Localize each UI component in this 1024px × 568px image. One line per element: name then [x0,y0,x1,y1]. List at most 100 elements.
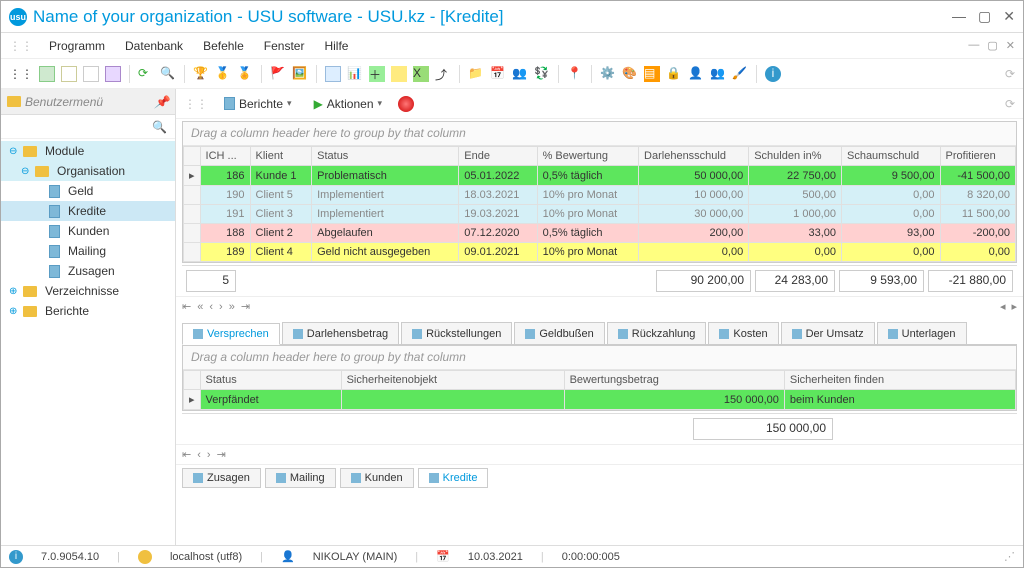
sub-grid[interactable]: StatusSicherheitenobjektBewertungsbetrag… [183,370,1016,410]
open-icon[interactable] [61,66,77,82]
nav-next-icon[interactable]: › [219,301,223,313]
subtab-darlehensbetrag[interactable]: Darlehensbetrag [282,322,399,344]
group-icon[interactable]: 👥 [710,66,726,82]
col-header[interactable]: Bewertungsbetrag [564,371,784,390]
col-header[interactable]: Darlehensschuld [639,147,749,166]
subgrid-group-hint[interactable]: Drag a column header here to group by th… [183,346,1016,370]
chart-icon[interactable]: 📊 [347,66,363,82]
col-header[interactable]: Status [312,147,459,166]
expander-icon[interactable]: ⊖ [21,166,31,177]
col-header[interactable]: Schulden in% [749,147,842,166]
award-icon[interactable]: 🥇 [215,66,231,82]
bottom-tab-zusagen[interactable]: Zusagen [182,468,261,488]
aktionen-button[interactable]: ▶ Aktionen▾ [308,95,388,113]
subtab-rückzahlung[interactable]: Rückzahlung [607,322,707,344]
subnav-last-icon[interactable]: ⇥ [217,448,226,461]
subtab-kosten[interactable]: Kosten [708,322,778,344]
subnav-next-icon[interactable]: › [207,449,211,461]
sidebar-item-kredite[interactable]: Kredite [1,201,175,221]
subtab-versprechen[interactable]: Versprechen [182,323,280,345]
brush-icon[interactable]: 🖌️ [732,66,748,82]
bottom-tab-kredite[interactable]: Kredite [418,468,489,488]
col-header[interactable]: ICH ... [200,147,250,166]
subtab-der umsatz[interactable]: Der Umsatz [781,322,875,344]
calendar-icon[interactable]: 📅 [490,66,506,82]
group-hint[interactable]: Drag a column header here to group by th… [183,122,1016,146]
sidebar-search-icon[interactable]: 🔍 [152,120,167,134]
subnav-first-icon[interactable]: ⇤ [182,448,191,461]
save-icon[interactable] [105,66,121,82]
menu-hilfe[interactable]: Hilfe [316,36,356,56]
expander-icon[interactable]: ⊕ [9,286,19,297]
table-row[interactable]: ▸Verpfändet150 000,00beim Kunden [184,390,1016,410]
berichte-button[interactable]: Berichte▾ [218,95,298,113]
currency-icon[interactable]: 💱 [534,66,550,82]
user-icon[interactable]: 👤 [688,66,704,82]
folder-icon[interactable]: 📁 [468,66,484,82]
nav-first-icon[interactable]: ⇤ [182,300,191,313]
nav-scroll-left-icon[interactable]: ◂ [1000,300,1006,313]
table-row[interactable]: 189Client 4Geld nicht ausgegeben09.01.20… [184,243,1016,262]
nav-prev-icon[interactable]: ‹ [209,301,213,313]
menu-fenster[interactable]: Fenster [256,36,313,56]
sidebar-item-geld[interactable]: Geld [1,181,175,201]
search-icon[interactable]: 🔍 [160,66,176,82]
close-button[interactable]: ✕ [1003,8,1015,25]
main-grid[interactable]: ICH ...KlientStatusEnde% BewertungDarleh… [183,146,1016,262]
new-icon[interactable] [39,66,55,82]
expander-icon[interactable]: ⊕ [9,306,19,317]
mdi-minimize-button[interactable]: — [968,39,979,52]
medal-icon[interactable]: 🏅 [237,66,253,82]
maximize-button[interactable]: ▢ [978,8,991,25]
gear-icon[interactable]: ⚙️ [600,66,616,82]
bottom-tab-kunden[interactable]: Kunden [340,468,414,488]
table-icon[interactable] [325,66,341,82]
table-row[interactable]: 191Client 3Implementiert19.03.202110% pr… [184,205,1016,224]
lock-icon[interactable]: 🔒 [666,66,682,82]
sidebar-item-verzeichnisse[interactable]: ⊕Verzeichnisse [1,281,175,301]
toolbar-overflow-icon[interactable]: ⟳ [1005,67,1015,81]
nav-nextpage-icon[interactable]: » [229,301,235,313]
col-header[interactable]: Sicherheiten finden [784,371,1015,390]
export-icon[interactable]: ⤴ [435,66,451,82]
minimize-button[interactable]: — [952,8,966,25]
mdi-restore-button[interactable]: ▢ [987,39,997,52]
table-row[interactable]: ▸186Kunde 1Problematisch05.01.20220,5% t… [184,166,1016,186]
expander-icon[interactable]: ⊖ [9,146,19,157]
trophy-icon[interactable]: 🏆 [193,66,209,82]
subtab-geldbußen[interactable]: Geldbußen [514,322,604,344]
sidebar-item-kunden[interactable]: Kunden [1,221,175,241]
note-icon[interactable] [391,66,407,82]
edit-icon[interactable] [83,66,99,82]
subtab-unterlagen[interactable]: Unterlagen [877,322,967,344]
table-row[interactable]: 188Client 2Abgelaufen07.12.20200,5% tägl… [184,224,1016,243]
menu-befehle[interactable]: Befehle [195,36,252,56]
sidebar-item-zusagen[interactable]: Zusagen [1,261,175,281]
actionbar-overflow-icon[interactable]: ⟳ [1005,97,1015,111]
add-row-icon[interactable]: ＋ [369,66,385,82]
location-icon[interactable]: 📍 [567,66,583,82]
mdi-close-button[interactable]: ✕ [1006,39,1015,52]
col-header[interactable]: Sicherheitenobjekt [341,371,564,390]
image-icon[interactable]: 🖼️ [292,66,308,82]
menu-datenbank[interactable]: Datenbank [117,36,191,56]
nav-last-icon[interactable]: ⇥ [241,300,250,313]
col-header[interactable]: % Bewertung [537,147,638,166]
rss-icon[interactable]: ▤ [644,66,660,82]
col-header[interactable]: Status [200,371,341,390]
col-header[interactable]: Schaumschuld [841,147,940,166]
status-resize-grip-icon[interactable]: ⋰ [1004,550,1015,563]
stop-icon[interactable] [398,96,414,112]
table-row[interactable]: 190Client 5Implementiert18.03.202110% pr… [184,186,1016,205]
sidebar-item-organisation[interactable]: ⊖Organisation [1,161,175,181]
bottom-tab-mailing[interactable]: Mailing [265,468,336,488]
users-icon[interactable]: 👥 [512,66,528,82]
sidebar-item-berichte[interactable]: ⊕Berichte [1,301,175,321]
refresh-icon[interactable]: ⟳ [138,66,154,82]
col-header[interactable]: Klient [250,147,312,166]
col-header[interactable]: Ende [459,147,537,166]
menu-programm[interactable]: Programm [41,36,113,56]
subnav-prev-icon[interactable]: ‹ [197,449,201,461]
sidebar-item-mailing[interactable]: Mailing [1,241,175,261]
pin-icon[interactable]: 📌 [154,95,169,109]
